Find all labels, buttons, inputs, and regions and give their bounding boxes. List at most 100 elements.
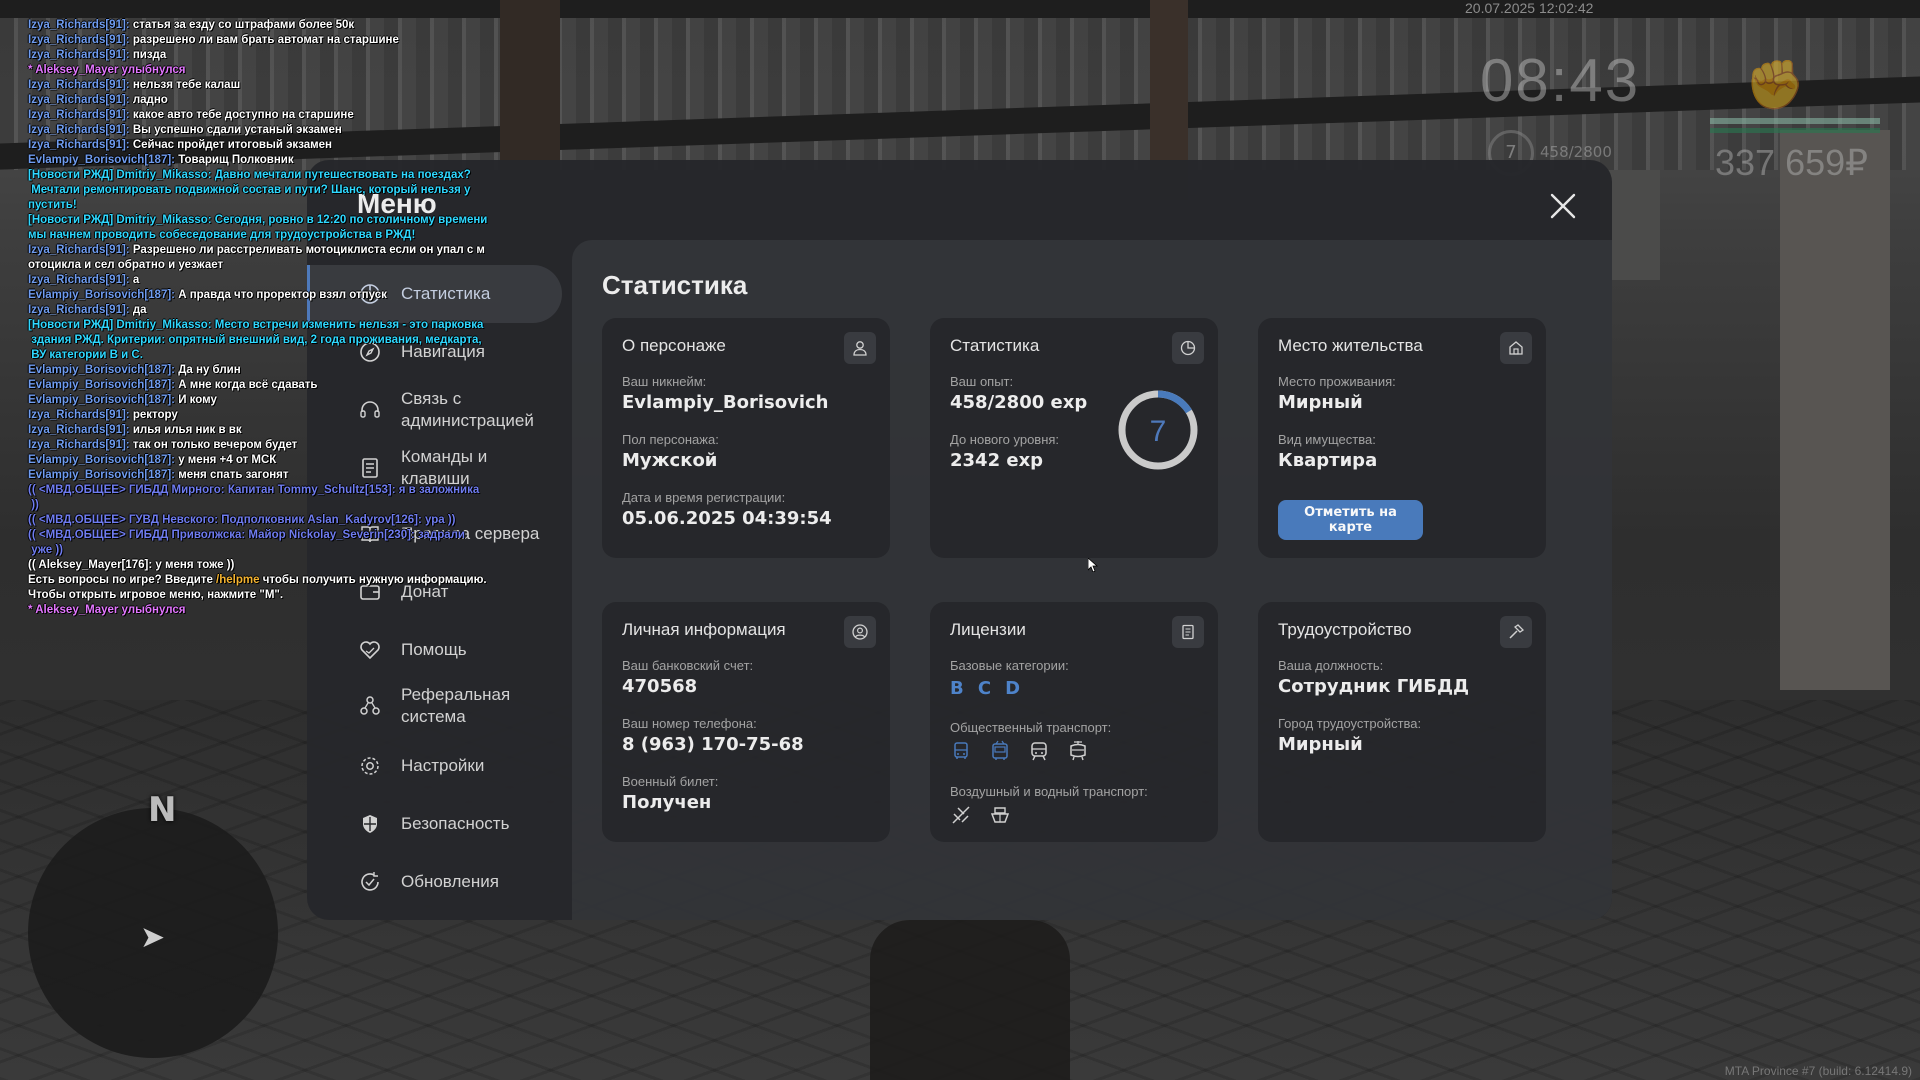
chat-sender: Evlampiy_Borisovich[187]:: [28, 154, 176, 166]
sidebar-item-label: Реферальная система: [401, 685, 511, 726]
chat-sender: Izya_Richards[91]:: [28, 244, 130, 256]
chat-text: илья илья ник в вк: [129, 424, 242, 436]
chat-text: (( <МВД.ОБЩЕЕ> ГИБДД Мирного: Капитан To…: [28, 484, 480, 511]
chat-message: * Aleksey_Mayer улыбнулся: [28, 63, 508, 78]
license-icon: [1172, 616, 1204, 648]
chat-message: Izya_Richards[91]: разрешено ли вам брат…: [28, 33, 508, 48]
house-icon: [1500, 332, 1532, 364]
exp-value: 458/2800 exp: [950, 392, 1088, 413]
hammer-icon: [1500, 616, 1532, 648]
chat-text: (( Aleksey_Mayer[176]: у меня тоже )): [28, 559, 235, 571]
chat-command-highlight: /helpme: [216, 574, 260, 586]
card-character: О персонаже Ваш никнейм: Evlampiy_Boriso…: [602, 318, 890, 558]
chat-message: Evlampiy_Borisovich[187]: А правда что п…: [28, 288, 508, 303]
phone-value: 8 (963) 170-75-68: [622, 734, 804, 755]
chat-text: какое авто тебе доступно на старшине: [129, 109, 354, 121]
roof-beam: [0, 0, 1920, 18]
chat-message: Izya_Richards[91]: пизда: [28, 48, 508, 63]
chat-sender: Evlampiy_Borisovich[187]:: [28, 379, 176, 391]
armor-bar: [1710, 128, 1880, 133]
base-categories-label: Базовые категории:: [950, 658, 1069, 673]
train-icon: [1028, 740, 1050, 762]
chat-text: Вы успешно сдали устаный экзамен: [129, 124, 342, 136]
chat-sender: Evlampiy_Borisovich[187]:: [28, 469, 176, 481]
nickname-label: Ваш никнейм:: [622, 374, 707, 389]
chat-sender: Izya_Richards[91]:: [28, 109, 130, 121]
card-title: Лицензии: [950, 620, 1026, 639]
chat-text: так он только вечером будет: [129, 439, 298, 451]
chat-message: Izya_Richards[91]: Сейчас пройдет итогов…: [28, 138, 508, 153]
card-employment: Трудоустройство Ваша должность: Сотрудни…: [1258, 602, 1546, 842]
position-label: Ваша должность:: [1278, 658, 1384, 673]
chat-message: (( Aleksey_Mayer[176]: у меня тоже )): [28, 558, 508, 573]
job-city-value: Мирный: [1278, 734, 1363, 755]
registration-label: Дата и время регистрации:: [622, 490, 786, 505]
chat-text: разрешено ли вам брать автомат на старши…: [129, 34, 399, 46]
player-arrow-icon: ➤: [140, 920, 166, 955]
chat-text: у меня +4 от МСК: [175, 454, 277, 466]
level-progress-ring: 7: [1118, 390, 1198, 470]
chat-message: Evlampiy_Borisovich[187]: И кому: [28, 393, 508, 408]
chat-message: Izya_Richards[91]: так он только вечером…: [28, 438, 508, 453]
public-transport-label: Общественный транспорт:: [950, 720, 1112, 735]
chat-text: Товарищ Полковник: [175, 154, 294, 166]
gender-value: Мужской: [622, 450, 718, 471]
card-title: О персонаже: [622, 336, 726, 355]
build-version: MTA Province #7 (build: 6.12414.9): [1724, 1064, 1912, 1078]
boat-icon: [989, 804, 1011, 826]
place-label: Место проживания:: [1278, 374, 1396, 389]
chat-sender: Evlampiy_Borisovich[187]:: [28, 394, 176, 406]
chat-sender: Izya_Richards[91]:: [28, 409, 130, 421]
mark-on-map-button[interactable]: Отметить на карте: [1278, 500, 1423, 540]
chat-log: Izya_Richards[91]: статья за езду со штр…: [28, 18, 508, 618]
card-personal-info: Личная информация Ваш банковский счет: 4…: [602, 602, 890, 842]
chat-message: [Новости РЖД] Dmitriy_Mikasso: Место вст…: [28, 318, 508, 363]
air-water-transport-label: Воздушный и водный транспорт:: [950, 784, 1148, 799]
chat-text: статья за езду со штрафами более 50к: [129, 19, 355, 31]
chat-sender: Izya_Richards[91]:: [28, 19, 130, 31]
hud-clock: 08:43: [1480, 47, 1641, 114]
chat-text: чтобы получить нужную информацию.: [259, 574, 487, 586]
public-transport-icons: [950, 740, 1101, 766]
chat-message: (( <МВД.ОБЩЕЕ> ГУВД Невского: Подполковн…: [28, 513, 508, 528]
chat-text: А мне когда всё сдавать: [175, 379, 318, 391]
category-b: B: [950, 678, 964, 699]
card-statistics: Статистика Ваш опыт: 458/2800 exp До нов…: [930, 318, 1218, 558]
chat-text: ректору: [129, 409, 178, 421]
chat-message: (( <МВД.ОБЩЕЕ> ГИБДД Приволжска: Майор N…: [28, 528, 508, 558]
health-bar: [1710, 118, 1880, 124]
chat-message: Чтобы открыть игровое меню, нажмите "M".: [28, 588, 508, 603]
bus-icon: [950, 740, 972, 762]
chat-message: Izya_Richards[91]: нельзя тебе калаш: [28, 78, 508, 93]
category-c: C: [977, 678, 992, 699]
sidebar-item-referral[interactable]: Реферальная система: [307, 678, 562, 734]
shield-icon: [357, 811, 383, 837]
registration-value: 05.06.2025 04:39:54: [622, 508, 832, 529]
close-button[interactable]: [1547, 190, 1579, 222]
tram-icon: [1067, 740, 1089, 762]
user-icon: [844, 332, 876, 364]
chat-text: ладно: [129, 94, 168, 106]
sidebar-item-settings[interactable]: Настройки: [307, 742, 562, 790]
chat-message: Izya_Richards[91]: Вы успешно сдали уста…: [28, 123, 508, 138]
sidebar-item-updates[interactable]: Обновления: [307, 858, 562, 906]
bank-value: 470568: [622, 676, 698, 697]
chat-message: [Новости РЖД] Dmitriy_Mikasso: Давно меч…: [28, 168, 508, 213]
card-title: Место жительства: [1278, 336, 1423, 355]
military-label: Военный билет:: [622, 774, 719, 789]
plane-icon: [950, 804, 972, 826]
compass-north: N: [148, 790, 177, 830]
user-circle-icon: [844, 616, 876, 648]
sidebar-item-help[interactable]: Помощь: [307, 626, 562, 674]
chat-message: Izya_Richards[91]: а: [28, 273, 508, 288]
chat-message: (( <МВД.ОБЩЕЕ> ГИБДД Мирного: Капитан To…: [28, 483, 508, 513]
card-title: Личная информация: [622, 620, 786, 639]
sidebar-item-label: Безопасность: [401, 814, 510, 833]
users-icon: [357, 693, 383, 719]
chat-message: * Aleksey_Mayer улыбнулся: [28, 603, 508, 618]
sidebar-item-security[interactable]: Безопасность: [307, 800, 562, 848]
heart-hand-icon: [357, 637, 383, 663]
chat-text: нельзя тебе калаш: [129, 79, 241, 91]
chat-message: Izya_Richards[91]: статья за езду со штр…: [28, 18, 508, 33]
exp-label: Ваш опыт:: [950, 374, 1014, 389]
